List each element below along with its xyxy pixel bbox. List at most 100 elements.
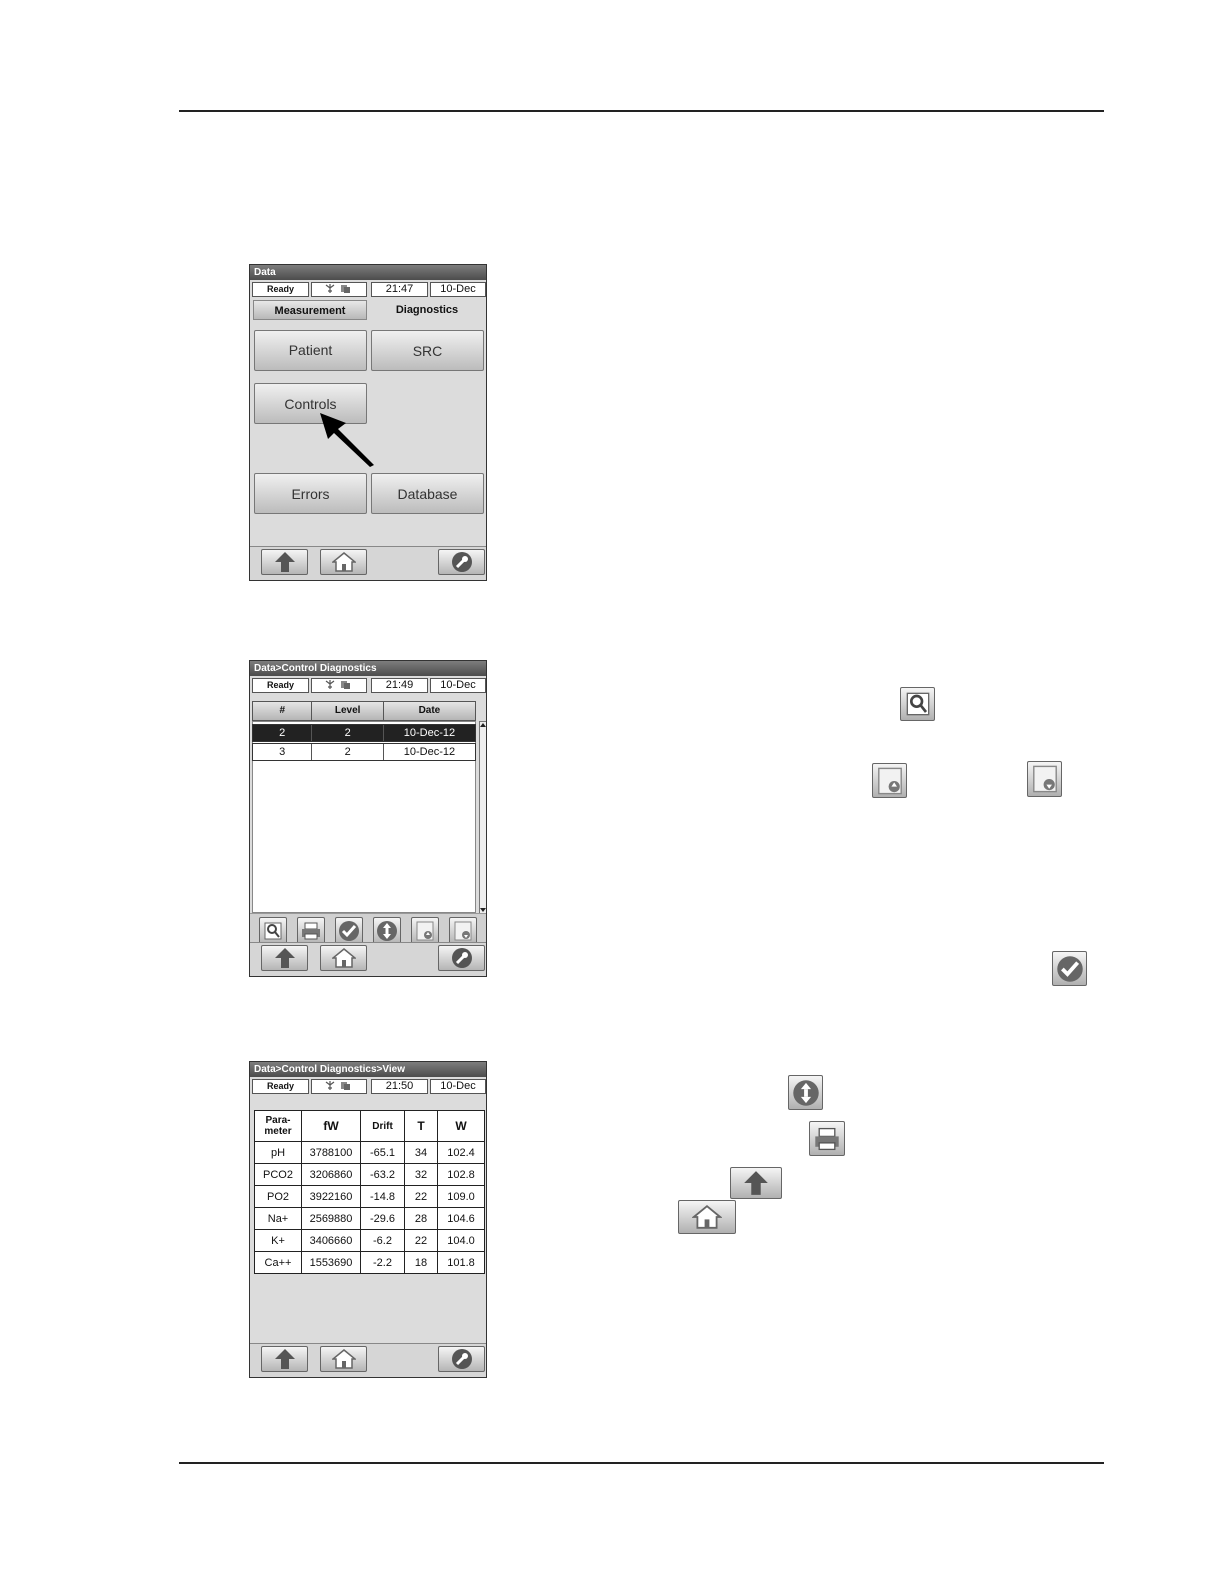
reference-print-button	[809, 1121, 845, 1156]
home-icon	[331, 552, 356, 572]
column-header-parameter-line2: meter	[264, 1126, 292, 1137]
wrench-icon	[451, 552, 472, 572]
database-button[interactable]: Database	[371, 473, 484, 514]
cell-parameter: pH	[254, 1141, 302, 1164]
home-icon	[692, 1205, 722, 1229]
status-time: 21:47	[371, 282, 428, 297]
reference-scroll-button	[788, 1075, 823, 1110]
scrollbar[interactable]	[479, 721, 486, 914]
status-icons	[311, 678, 367, 693]
cell-w: 101.8	[437, 1251, 485, 1274]
cell-t: 32	[404, 1163, 438, 1186]
column-header-number: #	[253, 702, 313, 720]
status-date: 10-Dec	[430, 1079, 486, 1094]
settings-button[interactable]	[438, 549, 485, 575]
cell-t: 22	[404, 1229, 438, 1252]
cell-fw: 3206860	[301, 1163, 361, 1186]
printer-icon	[302, 922, 320, 939]
nav-bar	[250, 546, 486, 580]
reference-page-down-button	[1027, 761, 1062, 797]
reference-back-button	[730, 1167, 782, 1199]
cell-level: 2	[312, 725, 384, 741]
src-button[interactable]: SRC	[371, 330, 484, 371]
column-header-t: T	[404, 1110, 438, 1142]
table-row[interactable]: 2 2 10-Dec-12	[252, 724, 476, 742]
cell-t: 34	[404, 1141, 438, 1164]
select-button[interactable]	[335, 917, 363, 944]
cell-level: 2	[312, 744, 384, 760]
wrench-icon	[451, 1349, 472, 1369]
magnifier-icon	[264, 922, 282, 939]
page-down-button[interactable]	[449, 917, 477, 944]
diagnostics-table: Para-meter fW Drift T W pH 3788100 -65.1 34…	[254, 1110, 485, 1274]
home-icon	[331, 948, 356, 968]
reference-view-button	[900, 687, 935, 721]
errors-button[interactable]: Errors	[254, 473, 367, 514]
network-icon	[325, 284, 350, 293]
network-icon	[325, 680, 350, 689]
view-button[interactable]	[259, 917, 287, 944]
cell-w: 102.4	[437, 1141, 485, 1164]
column-header-drift: Drift	[360, 1110, 405, 1142]
cell-parameter: PO2	[254, 1185, 302, 1208]
cell-fw: 3922160	[301, 1185, 361, 1208]
cell-drift: -6.2	[360, 1229, 405, 1252]
arrow-up-icon	[274, 552, 295, 572]
back-button[interactable]	[261, 945, 308, 971]
page-down-icon	[1032, 765, 1057, 793]
cell-drift: -2.2	[360, 1251, 405, 1274]
settings-button[interactable]	[438, 945, 485, 971]
up-down-arrows-icon	[377, 920, 397, 941]
control-diagnostics-view-screen: Data>Control Diagnostics>View Ready 21:5…	[249, 1061, 487, 1378]
data-screen: Data Ready 21:47 10-Dec Measurement Diag…	[249, 264, 487, 581]
arrow-up-icon	[274, 948, 295, 968]
cell-t: 28	[404, 1207, 438, 1230]
reference-select-button	[1052, 951, 1087, 986]
cell-t: 22	[404, 1185, 438, 1208]
home-button[interactable]	[320, 945, 367, 971]
column-header-parameter: Para-meter	[254, 1110, 302, 1142]
page-up-icon	[416, 921, 434, 940]
cell-fw: 3406660	[301, 1229, 361, 1252]
page-up-button[interactable]	[411, 917, 439, 944]
checkmark-icon	[339, 920, 359, 941]
scroll-button[interactable]	[373, 917, 401, 944]
column-header-w: W	[437, 1110, 485, 1142]
cell-parameter: PCO2	[254, 1163, 302, 1186]
settings-button[interactable]	[438, 1346, 485, 1372]
table-header-row: Para-meter fW Drift T W	[254, 1110, 485, 1142]
home-button[interactable]	[320, 1346, 367, 1372]
back-button[interactable]	[261, 1346, 308, 1372]
cell-fw: 3788100	[301, 1141, 361, 1164]
magnifier-icon	[906, 692, 929, 716]
back-button[interactable]	[261, 549, 308, 575]
nav-bar	[250, 942, 486, 976]
cell-number: 3	[253, 744, 313, 760]
patient-button[interactable]: Patient	[254, 330, 367, 371]
table-row: pH 3788100 -65.1 34 102.4	[254, 1141, 485, 1164]
column-header-level: Level	[312, 702, 384, 720]
checkmark-icon	[1056, 955, 1083, 982]
table-row[interactable]: 3 2 10-Dec-12	[252, 743, 476, 761]
tab-diagnostics[interactable]: Diagnostics	[369, 300, 485, 320]
table-row: K+ 3406660 -6.2 22 104.0	[254, 1229, 485, 1252]
cell-date: 10-Dec-12	[403, 746, 456, 758]
scroll-up-icon[interactable]	[480, 722, 486, 728]
tab-measurement[interactable]: Measurement	[253, 300, 367, 320]
nav-bar	[250, 1343, 486, 1377]
cell-drift: -29.6	[360, 1207, 405, 1230]
network-icon	[325, 1081, 350, 1090]
home-icon	[331, 1349, 356, 1369]
status-date: 10-Dec	[430, 282, 486, 297]
cell-number: 2	[253, 725, 313, 741]
reference-home-button	[678, 1200, 736, 1234]
reference-page-up-button	[872, 763, 907, 798]
cell-drift: -65.1	[360, 1141, 405, 1164]
cell-parameter: Na+	[254, 1207, 302, 1230]
up-down-arrows-icon	[792, 1079, 819, 1106]
status-date: 10-Dec	[430, 678, 486, 693]
cell-fw: 2569880	[301, 1207, 361, 1230]
print-button[interactable]	[297, 917, 325, 944]
cell-drift: -63.2	[360, 1163, 405, 1186]
home-button[interactable]	[320, 549, 367, 575]
